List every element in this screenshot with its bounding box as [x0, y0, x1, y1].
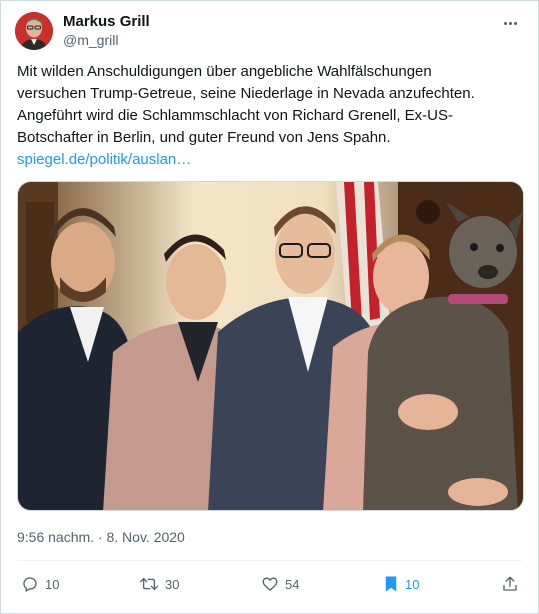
heart-icon [261, 575, 279, 593]
tweet-card: Markus Grill @m_grill Mit wilden Anschul… [0, 0, 539, 614]
tweet-text-line: versuchen Trump-Getreue, seine Niederlag… [17, 85, 475, 102]
tweet-header: Markus Grill @m_grill [15, 11, 524, 51]
author-names: Markus Grill @m_grill [63, 12, 150, 50]
tweet-timestamp[interactable]: 9:56 nachm. · 8. Nov. 2020 [17, 529, 185, 545]
more-horizontal-icon[interactable] [498, 13, 522, 33]
author-display-name[interactable]: Markus Grill [63, 12, 150, 31]
bookmark-icon [383, 575, 399, 593]
tweet-text: Mit wilden Anschuldigungen über angeblic… [17, 61, 527, 171]
tweet-photo[interactable] [17, 181, 524, 511]
tweet-actions: 10 30 54 10 [1, 571, 538, 597]
tweet-text-line: Botschafter in Berlin, und guter Freund … [17, 129, 391, 146]
reply-button[interactable]: 10 [21, 571, 59, 597]
retweet-button[interactable]: 30 [139, 571, 179, 597]
author-handle[interactable]: @m_grill [63, 31, 150, 50]
like-button[interactable]: 54 [261, 571, 299, 597]
divider [17, 560, 522, 561]
tweet-text-line: Angeführt wird die Schlammschlacht von R… [17, 107, 454, 124]
tweet-text-line: Mit wilden Anschuldigungen über angeblic… [17, 63, 432, 80]
retweet-icon [139, 575, 159, 593]
bookmark-button[interactable]: 10 [383, 571, 419, 597]
reply-count: 10 [45, 576, 60, 592]
author-avatar[interactable] [15, 12, 53, 50]
bookmark-count: 10 [405, 576, 420, 592]
retweet-count: 30 [165, 576, 180, 592]
reply-icon [21, 575, 39, 593]
share-icon [501, 575, 519, 593]
share-button[interactable] [501, 571, 519, 597]
like-count: 54 [285, 576, 300, 592]
article-link[interactable]: spiegel.de/politik/auslan… [17, 149, 527, 171]
